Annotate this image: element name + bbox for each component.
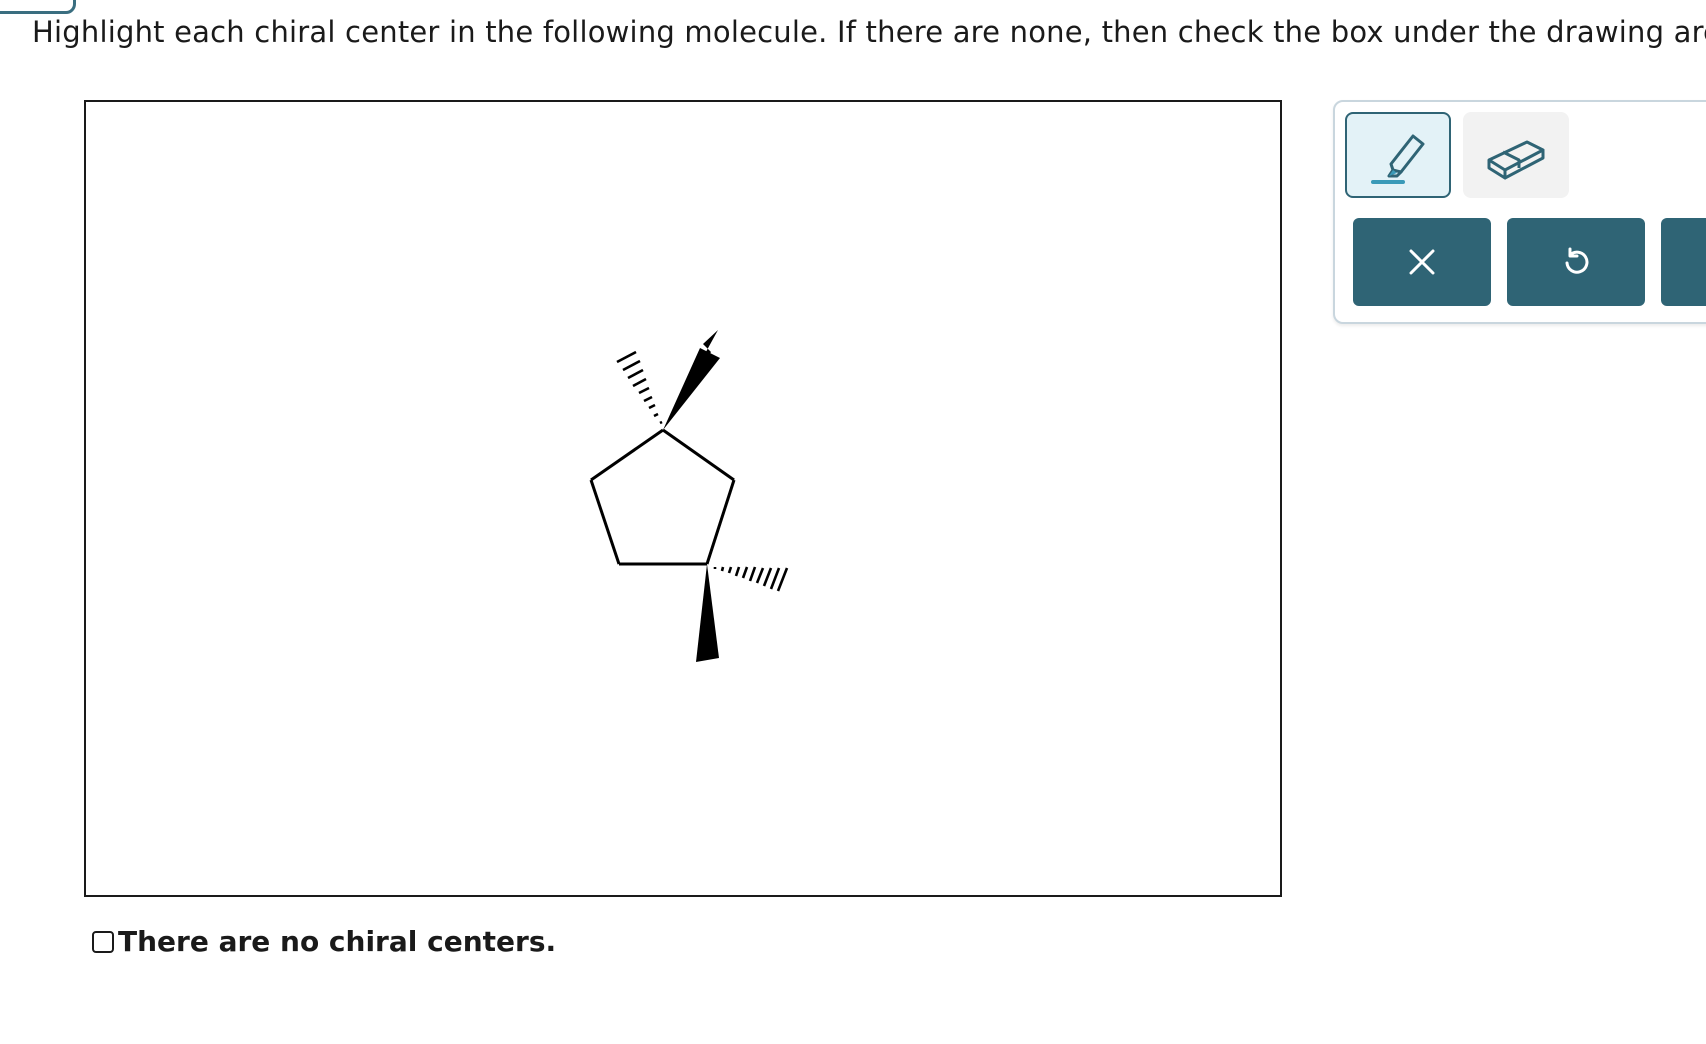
clear-button[interactable]	[1353, 218, 1491, 306]
toolbar-extra-button[interactable]	[1661, 218, 1706, 306]
no-chiral-centers-label[interactable]: There are no chiral centers.	[118, 924, 556, 960]
atom-c4[interactable]	[605, 550, 633, 578]
hashed-wedge-bond[interactable]	[616, 350, 663, 425]
highlight-tool-button[interactable]	[1345, 112, 1451, 198]
highlighter-icon	[1371, 134, 1425, 184]
atom-c2[interactable]	[720, 466, 748, 494]
eraser-tool-button[interactable]	[1463, 112, 1569, 198]
no-chiral-centers-option[interactable]: There are no chiral centers.	[92, 924, 556, 960]
undo-button[interactable]	[1507, 218, 1645, 306]
atom-c5[interactable]	[577, 466, 605, 494]
hashed-wedge-bond[interactable]	[713, 566, 789, 592]
eraser-icon	[1487, 140, 1545, 180]
undo-icon	[1565, 247, 1589, 274]
drawing-area[interactable]	[84, 100, 1282, 897]
ring-atoms[interactable]	[577, 416, 748, 578]
no-chiral-centers-checkbox[interactable]	[92, 931, 114, 953]
molecule-drawing	[577, 330, 789, 662]
drawing-toolbar	[1333, 100, 1706, 324]
cyclopentane-ring	[589, 428, 736, 566]
top-tab-fragment	[0, 0, 76, 14]
solid-wedge-bond[interactable]	[663, 348, 720, 430]
close-icon	[1409, 249, 1435, 275]
question-page: Highlight each chiral center in the foll…	[0, 0, 1706, 1044]
question-prompt: Highlight each chiral center in the foll…	[32, 15, 1706, 49]
solid-wedge-bond[interactable]	[696, 564, 719, 662]
